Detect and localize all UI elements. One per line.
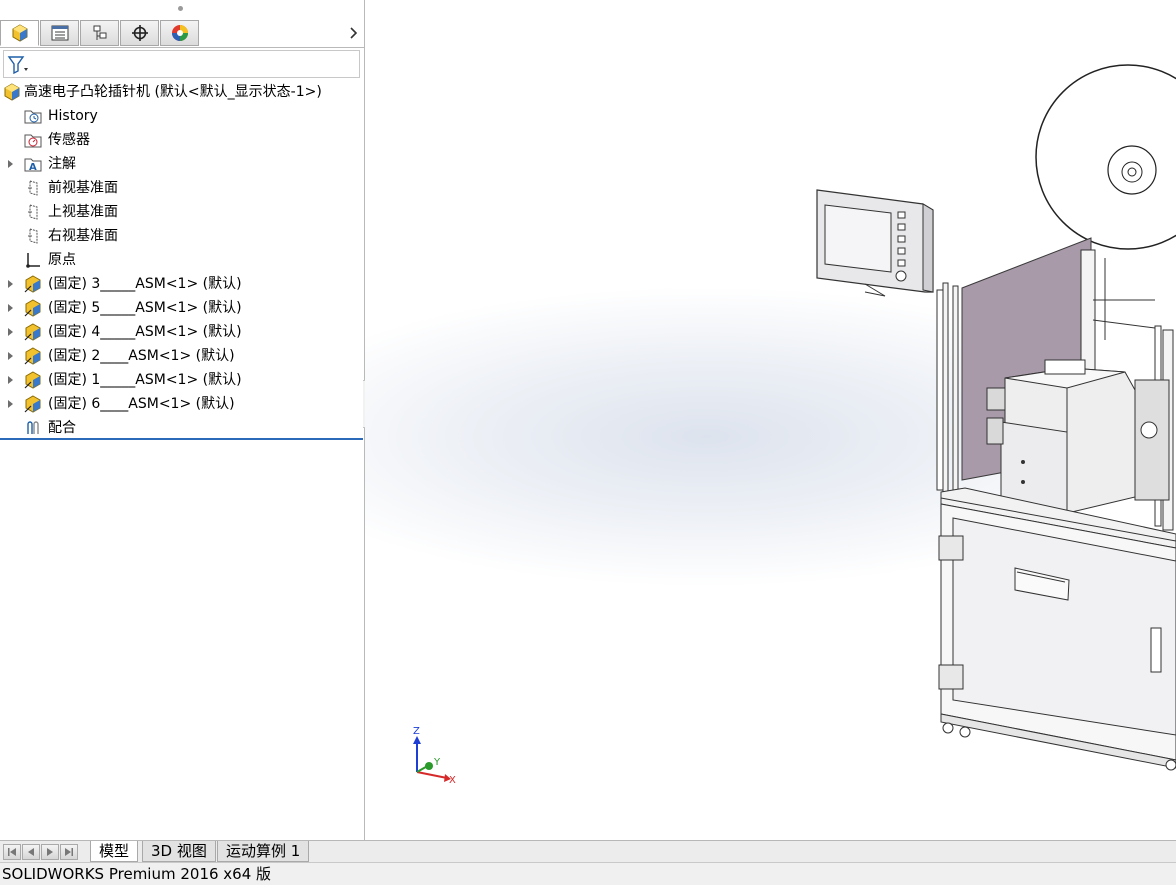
mechanism-housing	[986, 359, 1170, 517]
tree-item-label: 上视基准面	[48, 204, 118, 220]
configuration-icon	[93, 25, 106, 40]
cabinet	[938, 503, 1176, 771]
coordinate-triad: Z Y X	[413, 726, 456, 786]
configurationmanager-tab[interactable]	[80, 20, 119, 46]
tree-item[interactable]: 原点	[0, 248, 364, 272]
mates-icon	[24, 419, 42, 437]
tab-3d-view[interactable]: 3D 视图	[142, 841, 216, 862]
subassembly-icon	[24, 347, 42, 365]
appearance-ball-icon	[171, 25, 188, 41]
expand-arrow-icon[interactable]	[8, 400, 13, 408]
tree-item[interactable]: 上视基准面	[0, 200, 364, 224]
triad-z-label: Z	[413, 726, 420, 737]
tree-item[interactable]: (固定) 3_____ASM<1> (默认)	[0, 272, 364, 296]
model-view: Z Y X	[413, 64, 1176, 786]
plane-icon	[24, 227, 42, 245]
tree-item[interactable]: 传感器	[0, 128, 364, 152]
tree-item-label: 原点	[48, 252, 76, 268]
tree-item[interactable]: (固定) 1_____ASM<1> (默认)	[0, 368, 364, 392]
history-folder-icon	[24, 107, 42, 125]
expand-arrow-icon[interactable]	[8, 304, 13, 312]
panel-grip[interactable]	[178, 6, 183, 11]
status-text: SOLIDWORKS Premium 2016 x64 版	[2, 865, 272, 883]
tree-item-label: (固定) 1_____ASM<1> (默认)	[48, 372, 242, 388]
annotations-folder-icon: A	[24, 155, 42, 173]
tree-item[interactable]: 前视基准面	[0, 176, 364, 200]
tree-end-separator	[0, 438, 363, 440]
prev-icon	[28, 848, 34, 856]
plane-icon	[24, 179, 42, 197]
chevron-right-icon	[350, 27, 358, 39]
tree-item-label: (固定) 4_____ASM<1> (默认)	[48, 324, 242, 340]
subassembly-icon	[24, 299, 42, 317]
tree-item[interactable]: (固定) 2____ASM<1> (默认)	[0, 344, 364, 368]
tree-item[interactable]: (固定) 5_____ASM<1> (默认)	[0, 296, 364, 320]
tab-scroll-right-button[interactable]	[346, 24, 362, 42]
last-tab-button[interactable]	[60, 844, 78, 860]
expand-arrow-icon[interactable]	[8, 352, 13, 360]
expand-arrow-icon[interactable]	[8, 160, 13, 168]
status-bar: SOLIDWORKS Premium 2016 x64 版	[0, 862, 1176, 885]
crosshair-icon	[131, 25, 148, 41]
tab-model[interactable]: 模型	[90, 841, 139, 862]
dimxpert-tab[interactable]	[120, 20, 159, 46]
tree-item-label: 传感器	[48, 132, 90, 148]
tree-item[interactable]: (固定) 6____ASM<1> (默认)	[0, 392, 364, 416]
expand-arrow-icon[interactable]	[8, 328, 13, 336]
tree-root[interactable]: 高速电子凸轮插针机 (默认<默认_显示状态-1>)	[0, 80, 364, 104]
display-manager-tab[interactable]	[160, 20, 199, 46]
svg-text:A: A	[29, 162, 37, 173]
tree-item-label: (固定) 6____ASM<1> (默认)	[48, 396, 235, 412]
triad-y-label: Y	[433, 757, 441, 768]
property-list-icon	[51, 25, 68, 41]
panel-tab-bar	[0, 20, 364, 48]
tree-item[interactable]: 配合	[0, 416, 364, 440]
feature-manager-panel: 高速电子凸轮插针机 (默认<默认_显示状态-1>) History 传感器 A 注解前…	[0, 0, 365, 840]
tree-item[interactable]: History	[0, 104, 364, 128]
model-tab-bar: 模型 3D 视图 运动算例 1	[0, 840, 1176, 862]
tree-item-label: History	[48, 108, 98, 124]
filter-icon[interactable]	[7, 55, 29, 75]
next-tab-button[interactable]	[41, 844, 59, 860]
tree-item[interactable]: A 注解	[0, 152, 364, 176]
skip-first-icon	[8, 848, 16, 856]
prev-tab-button[interactable]	[22, 844, 40, 860]
tree-root-label: 高速电子凸轮插针机 (默认<默认_显示状态-1>)	[24, 84, 322, 100]
tree-item-label: 前视基准面	[48, 180, 118, 196]
tree-item-label: (固定) 5_____ASM<1> (默认)	[48, 300, 242, 316]
skip-last-icon	[65, 848, 73, 856]
tree-item[interactable]: (固定) 4_____ASM<1> (默认)	[0, 320, 364, 344]
tree-item-label: 注解	[48, 156, 76, 172]
tree-item[interactable]: 右视基准面	[0, 224, 364, 248]
hmi-screen	[816, 189, 934, 297]
expand-arrow-icon[interactable]	[8, 376, 13, 384]
tab-motion-study[interactable]: 运动算例 1	[217, 841, 310, 862]
propertymanager-tab[interactable]	[40, 20, 79, 46]
tree-item-label: (固定) 2____ASM<1> (默认)	[48, 348, 235, 364]
featuremanager-tab[interactable]	[0, 20, 39, 46]
subassembly-icon	[24, 371, 42, 389]
assembly-icon	[12, 24, 27, 42]
subassembly-icon	[24, 323, 42, 341]
sensors-folder-icon	[24, 131, 42, 149]
tree-item-label: 配合	[48, 420, 76, 436]
tree-item-label: (固定) 3_____ASM<1> (默认)	[48, 276, 242, 292]
tree-filter-box[interactable]	[3, 50, 360, 78]
plane-icon	[24, 203, 42, 221]
subassembly-icon	[24, 275, 42, 293]
origin-icon	[24, 251, 42, 269]
expand-arrow-icon[interactable]	[8, 280, 13, 288]
tree-item-label: 右视基准面	[48, 228, 118, 244]
subassembly-icon	[24, 395, 42, 413]
triad-x-label: X	[449, 775, 456, 786]
next-icon	[47, 848, 53, 856]
first-tab-button[interactable]	[3, 844, 21, 860]
assembly-icon	[4, 83, 20, 101]
graphics-area[interactable]: Z Y X	[365, 0, 1176, 840]
